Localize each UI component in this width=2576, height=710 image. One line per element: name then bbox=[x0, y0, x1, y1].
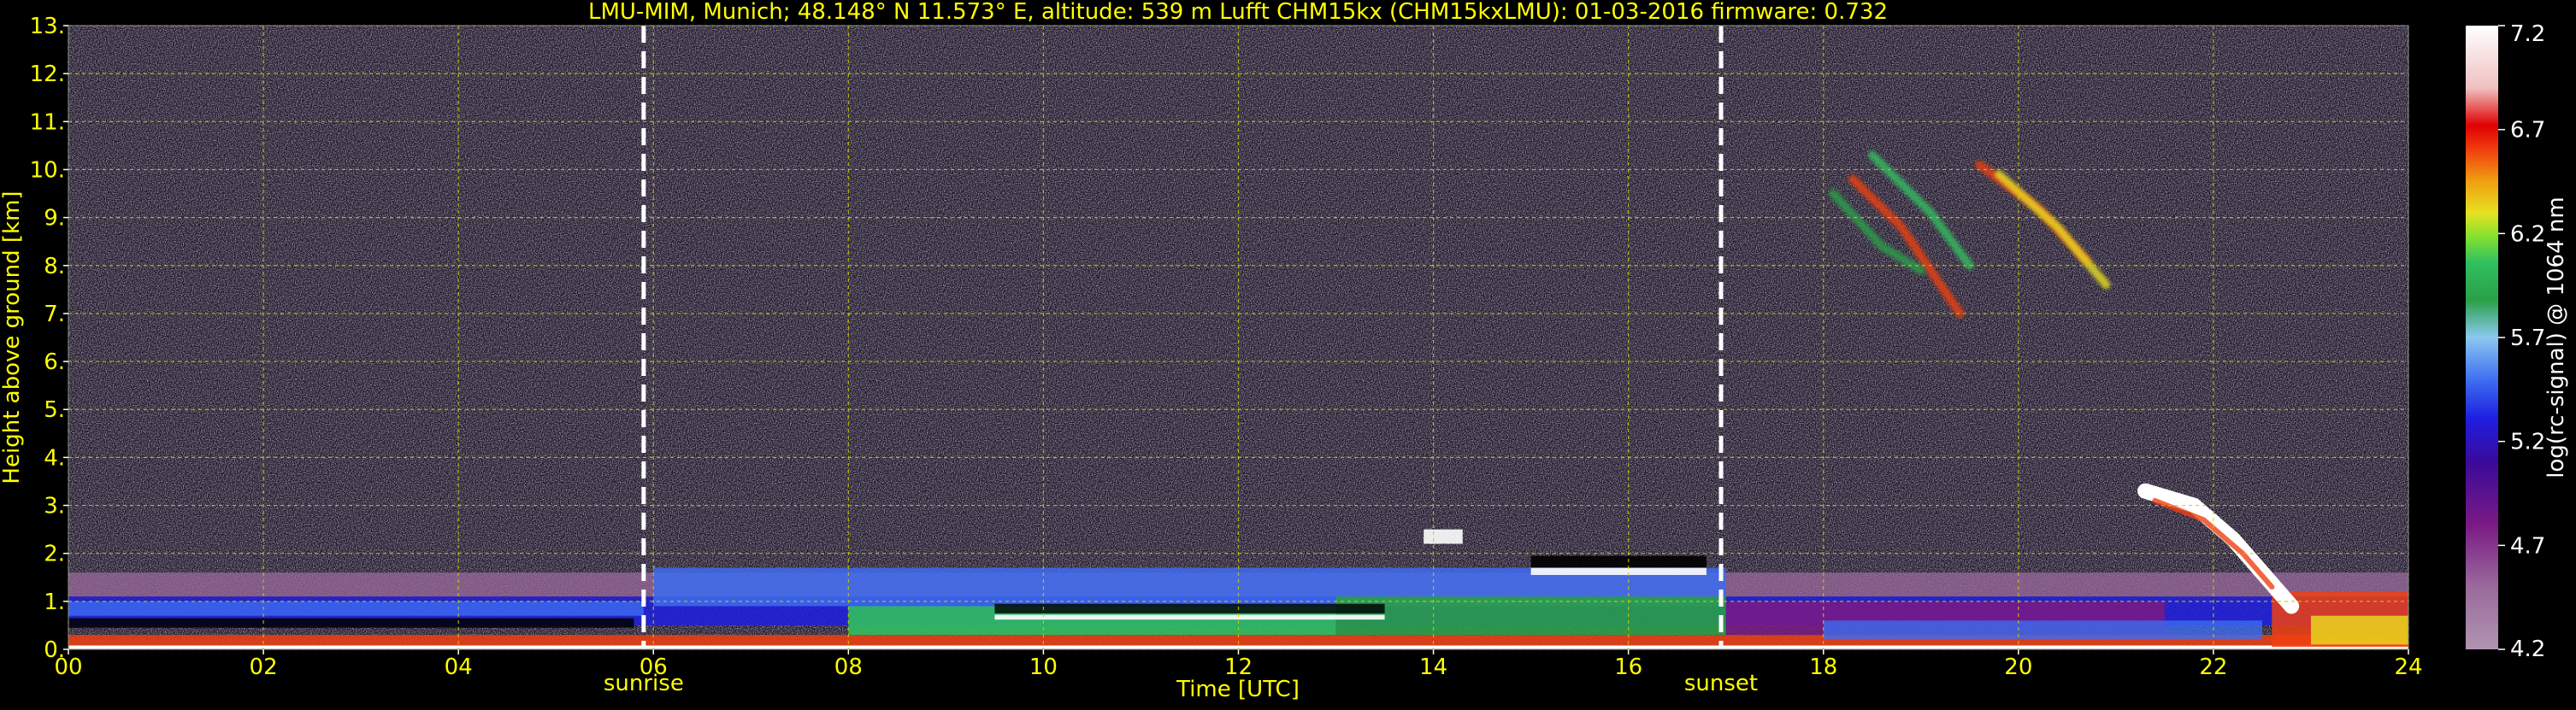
chart-title: LMU-MIM, Munich; 48.148° N 11.573° E, al… bbox=[588, 0, 1888, 25]
colorbar-ticks: 7.2 6.7 6.2 5.7 5.2 4.7 4.2 bbox=[2498, 21, 2545, 662]
y-tick-label: 12. bbox=[30, 62, 65, 87]
y-axis-ticks: 0. 1. 2. 3. 4. 5. 6. 7. 8. 9. 10. 11. 12. 13. bbox=[30, 14, 68, 663]
x-tick-label: 02 bbox=[250, 654, 278, 680]
colorbar-tick-label: 7.2 bbox=[2510, 21, 2545, 47]
y-tick-label: 2. bbox=[44, 542, 65, 567]
y-tick-label: 4. bbox=[44, 445, 65, 471]
sunset-label: sunset bbox=[1684, 671, 1758, 696]
sunrise-label: sunrise bbox=[604, 671, 684, 696]
y-tick-label: 3. bbox=[44, 494, 65, 519]
y-tick-label: 11. bbox=[30, 109, 65, 135]
x-tick-label: 16 bbox=[1614, 654, 1642, 680]
x-axis-label: Time [UTC] bbox=[1176, 677, 1300, 702]
colorbar-tick-label: 5.7 bbox=[2510, 326, 2545, 351]
x-tick-label: 18 bbox=[1809, 654, 1837, 680]
y-tick-label: 13. bbox=[30, 14, 65, 39]
x-tick-label: 10 bbox=[1029, 654, 1058, 680]
y-tick-label: 5. bbox=[44, 397, 65, 423]
noise-texture bbox=[68, 26, 2408, 649]
y-tick-label: 6. bbox=[44, 349, 65, 375]
ceilometer-chart: LMU-MIM, Munich; 48.148° N 11.573° E, al… bbox=[0, 0, 2569, 702]
y-tick-label: 9. bbox=[44, 206, 65, 232]
y-tick-label: 1. bbox=[44, 590, 65, 615]
feature-aerosol-darkgreen bbox=[1335, 596, 1726, 636]
feature-bl-top-dark bbox=[1530, 555, 1707, 568]
y-tick-label: 8. bbox=[44, 254, 65, 279]
colorbar-tick-label: 4.2 bbox=[2510, 637, 2545, 662]
feature-bl-spike bbox=[1424, 529, 1463, 544]
y-tick-label: 7. bbox=[44, 302, 65, 327]
colorbar: 7.2 6.7 6.2 5.7 5.2 4.7 4.2 log(rc-signal) @ 1… bbox=[2466, 21, 2569, 662]
y-tick-label: 0. bbox=[44, 637, 65, 663]
colorbar-tick-label: 4.7 bbox=[2510, 533, 2545, 559]
colorbar-tick-label: 6.2 bbox=[2510, 221, 2545, 247]
feature-dark-band-day bbox=[994, 603, 1385, 613]
colorbar-label: log(rc-signal) @ 1064 nm bbox=[2544, 197, 2569, 478]
feature-late-yellow bbox=[2310, 615, 2408, 645]
feature-evening-blue bbox=[1823, 620, 2262, 640]
x-tick-label: 14 bbox=[1419, 654, 1447, 680]
feature-residual-layer bbox=[68, 601, 644, 616]
colorbar-tick-label: 6.7 bbox=[2510, 118, 2545, 144]
x-tick-label: 22 bbox=[2199, 654, 2227, 680]
x-tick-label: 24 bbox=[2394, 654, 2422, 680]
plot-area bbox=[68, 25, 2409, 650]
y-tick-label: 10. bbox=[30, 157, 65, 183]
colorbar-tick-label: 5.2 bbox=[2510, 430, 2545, 455]
x-tick-label: 08 bbox=[834, 654, 863, 680]
feature-bl-top-white bbox=[1530, 567, 1707, 575]
y-axis-label: Height above ground [km] bbox=[0, 191, 25, 484]
x-tick-label: 04 bbox=[445, 654, 473, 680]
x-axis-ticks: 00 02 04 06 08 10 12 14 16 18 20 22 24 bbox=[54, 649, 2423, 680]
feature-dark-band-night bbox=[68, 618, 634, 628]
feature-white-band-day bbox=[994, 614, 1385, 620]
x-tick-label: 20 bbox=[2004, 654, 2032, 680]
colorbar-gradient bbox=[2466, 26, 2498, 649]
